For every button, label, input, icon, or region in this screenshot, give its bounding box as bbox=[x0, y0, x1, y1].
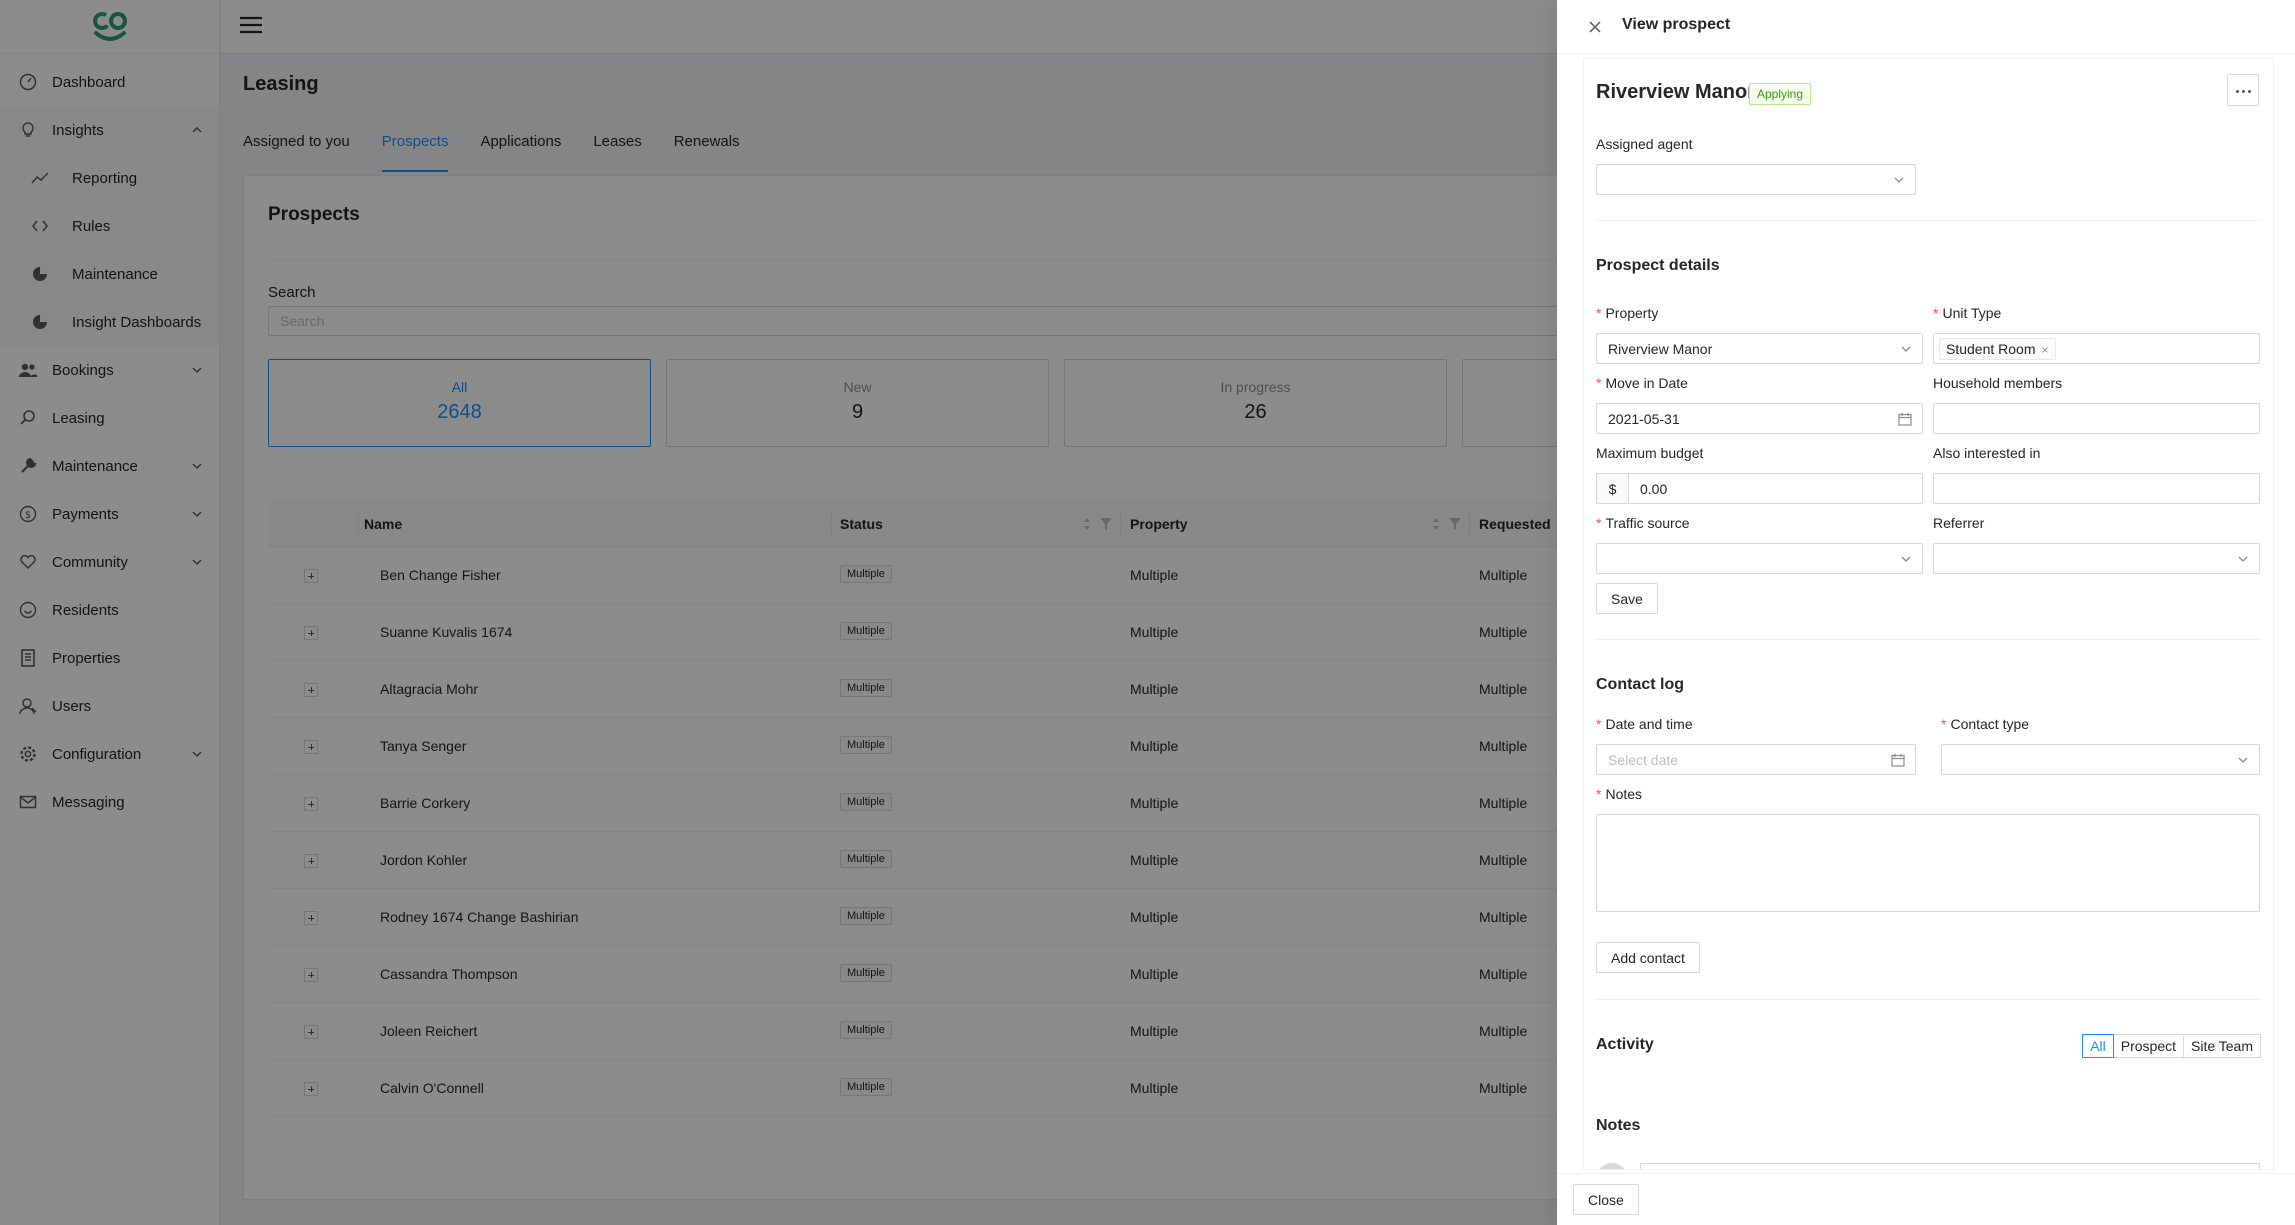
activity-filter: All Prospect Site Team bbox=[2082, 1034, 2261, 1058]
date-time-label-text: Date and time bbox=[1605, 716, 1693, 732]
divider bbox=[1596, 999, 2261, 1000]
activity-title: Activity bbox=[1596, 1036, 1654, 1053]
calendar-icon bbox=[1891, 754, 1905, 767]
ellipsis-icon bbox=[2236, 90, 2239, 93]
property-select[interactable]: Riverview Manor bbox=[1596, 333, 1923, 364]
drawer-mask[interactable] bbox=[0, 0, 1557, 1225]
required-asterisk: * bbox=[1933, 305, 1939, 321]
unit-type-select[interactable]: Student Room × bbox=[1933, 333, 2260, 364]
avatar bbox=[1596, 1163, 1628, 1169]
date-time-placeholder: Select date bbox=[1608, 752, 1679, 768]
referrer-label: Referrer bbox=[1933, 515, 1985, 531]
unit-type-label: * Unit Type bbox=[1933, 305, 2001, 321]
currency-prefix: $ bbox=[1596, 473, 1628, 504]
add-contact-button[interactable]: Add contact bbox=[1596, 942, 1700, 973]
more-actions-button[interactable] bbox=[2227, 74, 2259, 106]
move-in-date-value: 2021-05-31 bbox=[1608, 411, 1680, 427]
notes-label: * Notes bbox=[1596, 786, 1642, 802]
save-button[interactable]: Save bbox=[1596, 583, 1658, 614]
status-badge: Applying bbox=[1749, 83, 1812, 105]
contact-log-title: Contact log bbox=[1596, 676, 1684, 693]
traffic-source-label-text: Traffic source bbox=[1605, 515, 1690, 531]
note-input[interactable] bbox=[1640, 1163, 2260, 1169]
divider bbox=[1596, 639, 2261, 640]
view-prospect-drawer: View prospect Riverview Manor Applying A… bbox=[1557, 0, 2295, 1225]
chevron-down-icon bbox=[1901, 556, 1911, 562]
chevron-down-icon bbox=[1901, 346, 1911, 352]
date-time-picker[interactable]: Select date bbox=[1596, 744, 1916, 775]
referrer-select[interactable] bbox=[1933, 543, 2260, 574]
maximum-budget-label: Maximum budget bbox=[1596, 445, 1704, 461]
unit-type-tag-label: Student Room bbox=[1946, 341, 2036, 357]
prospect-name: Riverview Manor bbox=[1596, 81, 1755, 103]
drawer-header: View prospect bbox=[1557, 0, 2295, 54]
household-members-label: Household members bbox=[1933, 375, 2063, 391]
close-button[interactable]: Close bbox=[1573, 1184, 1639, 1215]
property-value: Riverview Manor bbox=[1608, 341, 1713, 357]
required-asterisk: * bbox=[1596, 716, 1602, 732]
remove-tag-icon[interactable]: × bbox=[2042, 343, 2049, 357]
contact-type-select[interactable] bbox=[1941, 744, 2260, 775]
required-asterisk: * bbox=[1941, 716, 1947, 732]
contact-type-label: * Contact type bbox=[1941, 716, 2029, 732]
drawer-title: View prospect bbox=[1622, 16, 1731, 33]
traffic-source-label: * Traffic source bbox=[1596, 515, 1689, 531]
calendar-icon bbox=[1898, 413, 1912, 426]
required-asterisk: * bbox=[1596, 786, 1602, 802]
unit-type-tag: Student Room × bbox=[1939, 338, 2056, 360]
move-in-date-label-text: Move in Date bbox=[1605, 375, 1688, 391]
property-label: * Property bbox=[1596, 305, 1658, 321]
contact-type-label-text: Contact type bbox=[1950, 716, 2030, 732]
traffic-source-select[interactable] bbox=[1596, 543, 1923, 574]
assigned-agent-label: Assigned agent bbox=[1596, 136, 1693, 152]
move-in-date-picker[interactable]: 2021-05-31 bbox=[1596, 403, 1923, 434]
also-interested-label: Also interested in bbox=[1933, 445, 2041, 461]
chevron-down-icon bbox=[1894, 177, 1904, 183]
assigned-agent-select[interactable] bbox=[1596, 164, 1916, 195]
activity-filter-all[interactable]: All bbox=[2082, 1034, 2114, 1058]
required-asterisk: * bbox=[1596, 375, 1602, 391]
maximum-budget-input[interactable] bbox=[1628, 473, 1923, 504]
activity-filter-site-team[interactable]: Site Team bbox=[2183, 1034, 2261, 1058]
ellipsis-icon bbox=[2248, 90, 2251, 93]
close-icon[interactable] bbox=[1587, 19, 1603, 35]
required-asterisk: * bbox=[1596, 305, 1602, 321]
chevron-down-icon bbox=[2238, 556, 2248, 562]
also-interested-input[interactable] bbox=[1933, 473, 2260, 504]
required-asterisk: * bbox=[1596, 515, 1602, 531]
drawer-footer: Close bbox=[1557, 1173, 2295, 1225]
notes-textarea[interactable] bbox=[1596, 814, 2260, 912]
unit-type-label-text: Unit Type bbox=[1942, 305, 2002, 321]
ellipsis-icon bbox=[2242, 90, 2245, 93]
prospect-details-title: Prospect details bbox=[1596, 257, 1720, 274]
divider bbox=[1596, 220, 2261, 221]
chevron-down-icon bbox=[2238, 757, 2248, 763]
household-members-input[interactable] bbox=[1933, 403, 2260, 434]
move-in-date-label: * Move in Date bbox=[1596, 375, 1688, 391]
notes-label-text: Notes bbox=[1605, 786, 1643, 802]
property-label-text: Property bbox=[1605, 305, 1659, 321]
date-time-label: * Date and time bbox=[1596, 716, 1693, 732]
notes-section-title: Notes bbox=[1596, 1117, 1641, 1134]
activity-filter-prospect[interactable]: Prospect bbox=[2112, 1034, 2184, 1058]
drawer-body: Riverview Manor Applying Assigned agent … bbox=[1583, 58, 2274, 1170]
